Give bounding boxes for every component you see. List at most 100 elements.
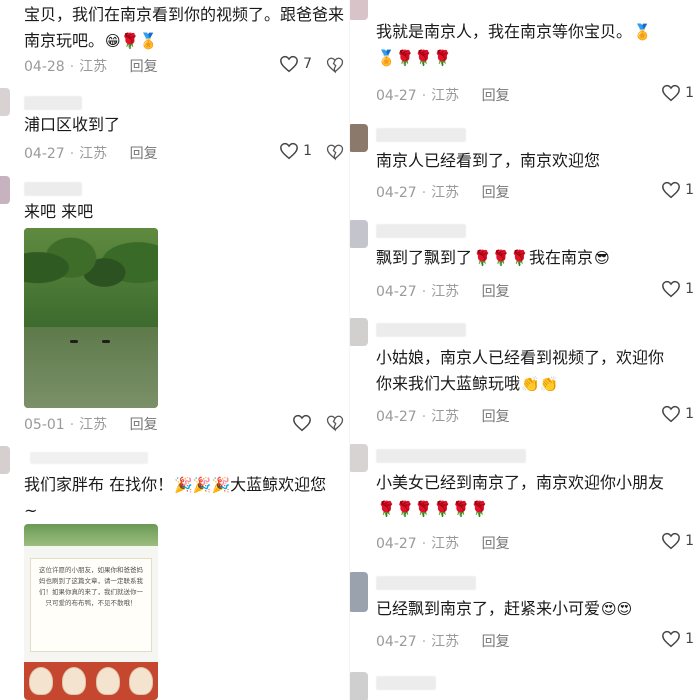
like-count: 1 (685, 85, 694, 101)
like-count: 1 (685, 281, 694, 297)
like-button[interactable]: 1 (661, 84, 694, 102)
comment-text-start: 已经飘到南京了，赶紧来小可爱 (376, 599, 601, 618)
comment-meta: 04-27 · 江苏 回复 (376, 284, 510, 300)
like-count: 1 (685, 533, 694, 549)
heart-icon (662, 181, 680, 199)
broken-heart-icon (326, 415, 344, 432)
like-count: 1 (303, 143, 312, 159)
comment-meta: 04-27 · 江苏 回复 (376, 536, 510, 552)
comment-emojis: 🌹🌹🌹 (473, 249, 530, 267)
broken-heart-icon (326, 57, 344, 74)
reply-button[interactable]: 回复 (130, 146, 158, 162)
comment-emojis: 👏👏 (521, 375, 559, 393)
comment-text: 浦口区收到了 (24, 115, 121, 134)
username-blurred[interactable] (376, 576, 476, 590)
like-button[interactable]: 1 (661, 630, 694, 648)
like-button[interactable]: 1 (661, 280, 694, 298)
comment-text-end: 大蓝鲸欢迎您 (230, 475, 327, 494)
avatar[interactable] (350, 124, 368, 152)
avatar[interactable] (350, 444, 368, 472)
card-banner-image (24, 524, 158, 546)
comment-date: 04-28 (24, 59, 65, 75)
dislike-button[interactable] (326, 56, 344, 78)
comment-text-line2: ~ (24, 501, 38, 520)
like-count: 1 (685, 631, 694, 647)
heart-icon (662, 84, 680, 102)
reply-button[interactable]: 回复 (130, 59, 158, 75)
comment-text-line1: 我就是南京人，我在南京等你宝贝。 (376, 22, 633, 41)
card-toys-image (24, 662, 158, 700)
comment-text: 我就是南京人，我在南京等你宝贝。🏅 🏅🌹🌹🌹 (376, 19, 694, 71)
username-blurred[interactable] (376, 128, 466, 142)
like-count: 1 (685, 406, 694, 422)
comment-text: 宝贝，我们在南京看到你的视频了。跟爸爸来 南京玩吧。😁🌹🏅 (24, 2, 344, 54)
comment-date: 04-27 (376, 409, 417, 425)
avatar[interactable] (350, 220, 368, 248)
comment-date: 04-27 (376, 88, 417, 104)
like-button[interactable]: 1 (279, 142, 312, 160)
username-blurred[interactable] (24, 96, 82, 110)
username-blurred[interactable] (24, 182, 82, 196)
avatar[interactable] (350, 672, 368, 700)
comment-photo[interactable] (24, 228, 158, 408)
like-button[interactable]: 1 (661, 181, 694, 199)
heart-icon (662, 405, 680, 423)
comment-text: 我们家胖布 在找你！🎉🎉🎉大蓝鲸欢迎您 ~ (24, 472, 344, 524)
avatar[interactable] (0, 88, 10, 116)
comment-meta: 04-27 · 江苏 回复 (376, 88, 510, 104)
comment-text-line2: 南京玩吧。 (24, 31, 105, 50)
avatar[interactable] (350, 0, 368, 20)
reply-button[interactable]: 回复 (482, 634, 510, 650)
username-blurred[interactable] (376, 224, 466, 238)
like-count: 1 (685, 182, 694, 198)
comment-text-end: 我在南京 (529, 248, 594, 267)
reply-button[interactable]: 回复 (482, 536, 510, 552)
comment-region: 江苏 (79, 59, 108, 75)
comment-emojis: 😍😍 (601, 600, 633, 618)
reply-button[interactable]: 回复 (482, 88, 510, 104)
username-blurred[interactable] (30, 452, 148, 464)
comment-meta: 04-28 · 江苏 回复 (24, 59, 158, 75)
comment-date: 04-27 (376, 284, 417, 300)
avatar[interactable] (350, 572, 368, 612)
comment-region: 江苏 (431, 634, 460, 650)
comment-region: 江苏 (79, 146, 108, 162)
comment-text-line1: 小姑娘，南京人已经看到视频了，欢迎你 (376, 348, 665, 367)
username-blurred[interactable] (376, 449, 526, 463)
comment-meta: 04-27 · 江苏 回复 (376, 409, 510, 425)
comment-text: 小姑娘，南京人已经看到视频了，欢迎你 你来我们大蓝鲸玩哦👏👏 (376, 345, 694, 397)
dislike-button[interactable] (326, 143, 344, 165)
like-button[interactable] (292, 414, 312, 432)
comment-text-line1: 宝贝，我们在南京看到你的视频了。跟爸爸来 (24, 5, 345, 24)
avatar[interactable] (350, 318, 368, 346)
like-button[interactable]: 1 (661, 405, 694, 423)
comment-emojis-line2: 🏅🌹🌹🌹 (377, 49, 452, 67)
comment-text: 小美女已经到南京了，南京欢迎你小朋友 🌹🌹🌹🌹🌹🌹 (376, 470, 694, 522)
comment-image-card[interactable]: 这位许愿的小朋友，如果你和爸爸妈妈也刷到了这篇文章，请一定联系我们！如果你真的来… (24, 524, 158, 700)
comment-date: 05-01 (24, 417, 65, 433)
card-notice-text: 这位许愿的小朋友，如果你和爸爸妈妈也刷到了这篇文章，请一定联系我们！如果你真的来… (30, 558, 152, 652)
comment-text: 已经飘到南京了，赶紧来小可爱😍😍 (376, 596, 694, 622)
avatar[interactable] (0, 176, 10, 204)
comment-column-right: 我就是南京人，我在南京等你宝贝。🏅 🏅🌹🌹🌹 04-27 · 江苏 回复 1 南京人… (350, 0, 700, 700)
dislike-button[interactable] (326, 414, 344, 436)
comment-meta: 05-01 · 江苏 回复 (24, 417, 158, 433)
comment-date: 04-27 (24, 146, 65, 162)
reply-button[interactable]: 回复 (482, 284, 510, 300)
comment-meta: 04-27 · 江苏 回复 (376, 634, 510, 650)
comment-emojis: 🏅 (633, 23, 652, 41)
comment-region: 江苏 (431, 409, 460, 425)
heart-icon (280, 142, 298, 160)
comment-region: 江苏 (79, 417, 108, 433)
heart-icon (662, 532, 680, 550)
username-blurred[interactable] (376, 676, 436, 690)
comment-region: 江苏 (431, 536, 460, 552)
username-blurred[interactable] (376, 323, 466, 337)
reply-button[interactable]: 回复 (482, 409, 510, 425)
like-button[interactable]: 1 (661, 532, 694, 550)
avatar[interactable] (0, 446, 10, 474)
reply-button[interactable]: 回复 (482, 185, 510, 201)
comment-text-start: 我们家胖布 在找你！ (24, 475, 174, 494)
like-button[interactable]: 7 (279, 55, 312, 73)
reply-button[interactable]: 回复 (130, 417, 158, 433)
